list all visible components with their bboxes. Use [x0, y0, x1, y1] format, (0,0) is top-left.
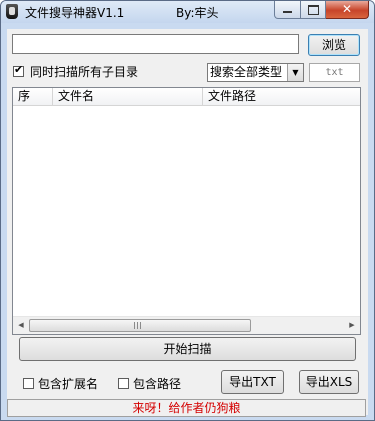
export-xls-button[interactable]: 导出XLS	[299, 370, 359, 394]
include-extension-checkbox[interactable]	[23, 378, 34, 389]
path-input[interactable]	[12, 34, 299, 54]
file-type-select-value: 搜索全部类型	[210, 65, 283, 79]
include-path-checkbox[interactable]	[118, 378, 129, 389]
scan-subdirs-checkbox[interactable]: ✔	[13, 63, 24, 77]
author-label: By:牢头	[176, 6, 219, 20]
scroll-thumb[interactable]	[29, 319, 251, 332]
include-extension-label: 包含扩展名	[38, 377, 99, 391]
title-bar[interactable]: 文件搜导神器V1.1 By:牢头 ✕	[1, 1, 374, 23]
chevron-down-icon: ▼	[287, 64, 303, 81]
maximize-button[interactable]	[301, 1, 326, 19]
scroll-left-icon[interactable]: ◀	[13, 317, 29, 334]
close-icon: ✕	[341, 2, 353, 16]
main-panel: 浏览 ✔ 同时扫描所有子目录 搜索全部类型 ▼ txt 序 文件名 文件路径 ◀…	[7, 29, 368, 417]
scan-subdirs-label: 同时扫描所有子目录	[30, 65, 139, 79]
maximize-icon	[308, 5, 319, 15]
horizontal-scrollbar[interactable]: ◀ ▶	[13, 316, 360, 334]
window-title: 文件搜导神器V1.1	[25, 6, 125, 20]
close-button[interactable]: ✕	[326, 1, 369, 19]
status-bar: 来呀！给作者仍狗粮	[7, 399, 366, 417]
column-header-filepath[interactable]: 文件路径	[203, 88, 360, 105]
file-type-select[interactable]: 搜索全部类型 ▼	[207, 63, 304, 82]
app-window: 文件搜导神器V1.1 By:牢头 ✕ 浏览 ✔ 同时扫描所有子目录 搜索全部类型…	[0, 0, 375, 421]
minimize-icon	[283, 11, 292, 13]
start-scan-button[interactable]: 开始扫描	[19, 337, 356, 361]
app-logo-icon	[6, 4, 18, 19]
extension-input[interactable]: txt	[309, 63, 360, 82]
extension-placeholder: txt	[325, 67, 344, 78]
grip-icon	[134, 322, 142, 329]
browse-button[interactable]: 浏览	[308, 34, 360, 56]
minimize-button[interactable]	[274, 1, 301, 19]
column-header-filename[interactable]: 文件名	[53, 88, 203, 105]
export-txt-button[interactable]: 导出TXT	[221, 370, 284, 394]
window-controls: ✕	[274, 1, 369, 19]
checkmark-icon: ✔	[14, 63, 24, 76]
list-header: 序 文件名 文件路径	[13, 88, 360, 106]
results-list[interactable]: 序 文件名 文件路径 ◀ ▶	[12, 87, 361, 335]
include-path-label: 包含路径	[133, 377, 182, 391]
scroll-right-icon[interactable]: ▶	[344, 317, 360, 334]
column-header-index[interactable]: 序	[13, 88, 53, 105]
